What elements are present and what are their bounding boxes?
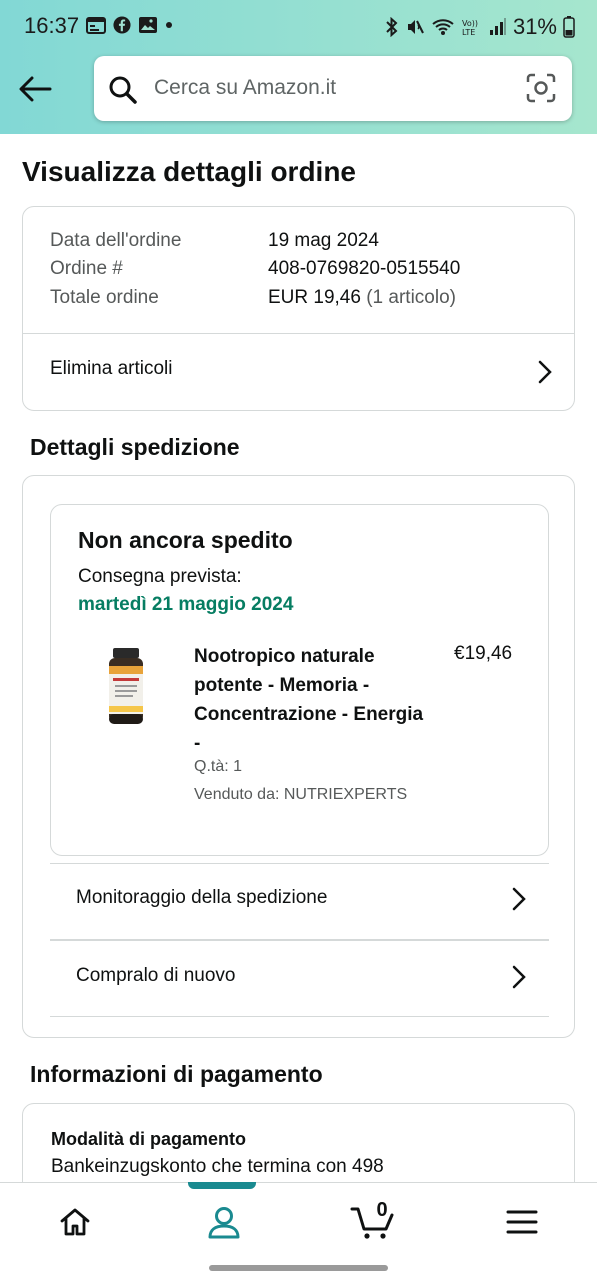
order-number-label: Ordine # [50,258,123,279]
product-title[interactable]: Nootropico naturale potente - Memoria - … [194,642,424,758]
search-icon [109,76,137,104]
order-date-value: 19 mag 2024 [268,230,379,251]
delivery-date: martedì 21 maggio 2024 [78,594,294,615]
camera-search-icon[interactable] [526,73,556,103]
nav-account[interactable] [149,1183,298,1261]
delete-items-row[interactable]: Elimina articoli [23,334,574,410]
payment-method-label: Modalità di pagamento [51,1129,247,1149]
payment-method-value: Bankeinzugskonto che termina con 498 [51,1156,384,1177]
delivery-label: Consegna prevista: [78,566,242,587]
order-item-count: (1 articolo) [366,287,456,308]
order-total-label: Totale ordine [50,287,159,308]
dot-icon [166,22,172,28]
wifi-icon [432,19,454,35]
home-icon [60,1208,89,1236]
divider [50,1016,549,1017]
track-shipment-label: Monitoraggio della spedizione [76,887,328,908]
order-total-amount: EUR 19,46 [268,287,361,308]
order-number-value: 408-0769820-0515540 [268,258,461,279]
search-input[interactable]: Cerca su Amazon.it [154,76,336,100]
search-bar[interactable]: Cerca su Amazon.it [94,56,572,121]
nav-home[interactable] [0,1183,149,1261]
shipping-card: Non ancora spedito Consegna prevista: ma… [22,475,575,1038]
payment-section-title: Informazioni di pagamento [30,1061,323,1087]
app-header: 16:37 Vo)) LTE 31% Cerca su Amazon.it [0,0,597,134]
back-button[interactable] [16,70,54,108]
svg-text:LTE: LTE [462,28,475,37]
product-price: €19,46 [454,643,513,664]
volte-icon: Vo))LTE [462,19,478,37]
chevron-right-icon [512,887,526,911]
gesture-bar[interactable] [209,1265,388,1271]
buy-again-row[interactable]: Compralo di nuovo [50,941,549,1016]
order-date-label: Data dell'ordine [50,230,182,251]
bottom-navigation [0,1182,597,1260]
gallery-icon [139,17,157,33]
product-seller: Venduto da: NUTRIEXPERTS [194,786,408,803]
svg-text:Vo)): Vo)) [462,19,478,28]
cart-icon [350,1207,393,1239]
arrow-left-icon [19,76,52,102]
order-summary-card: Data dell'ordine 19 mag 2024 Ordine # 40… [22,206,575,411]
track-shipment-row[interactable]: Monitoraggio della spedizione [50,864,549,939]
active-tab-indicator [188,1182,256,1189]
order-total-value: EUR 19,46 (1 articolo) [268,287,456,309]
account-icon [208,1207,239,1239]
shipment-status: Non ancora spedito [78,527,293,553]
cart-count: 0 [376,1199,388,1221]
bluetooth-icon [386,17,398,37]
page-title: Visualizza dettagli ordine [22,156,357,187]
status-bar: 16:37 Vo)) LTE 31% [0,0,597,50]
calendar-icon [86,17,106,34]
signal-icon [489,18,506,35]
nav-cart[interactable] [298,1183,447,1261]
mute-icon [407,20,424,34]
delete-items-label: Elimina articoli [50,358,173,379]
chevron-right-icon [538,360,552,384]
product-quantity: Q.tà: 1 [194,758,243,775]
menu-icon [506,1210,537,1234]
notification-icons [86,16,174,34]
battery-percent: 31% [512,14,557,39]
chevron-right-icon [512,965,526,989]
facebook-icon [113,16,131,34]
status-right: Vo)) LTE 31% [385,14,575,40]
shipment-box: Non ancora spedito Consegna prevista: ma… [50,504,549,856]
nav-menu[interactable] [447,1183,596,1261]
buy-again-label: Compralo di nuovo [76,965,236,986]
battery-icon [563,16,575,38]
product-image[interactable] [107,648,145,726]
status-time: 16:37 [24,13,80,38]
shipping-section-title: Dettagli spedizione [30,434,240,460]
